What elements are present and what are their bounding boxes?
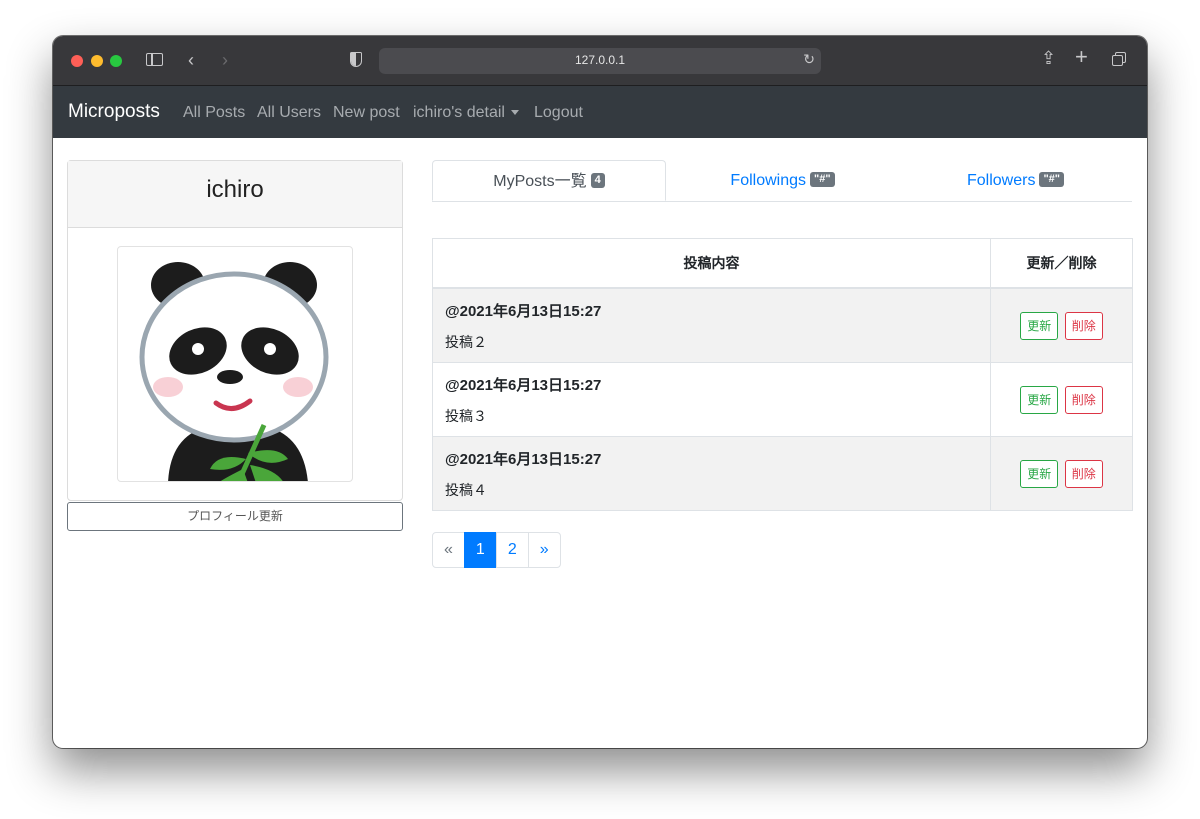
browser-window: ‹ › 127.0.0.1 ↻ ⇪ + Microposts All Posts…: [53, 36, 1147, 748]
tab-followers[interactable]: Followers "#": [899, 160, 1132, 201]
table-header-row: 投稿内容 更新／削除: [432, 238, 1133, 289]
avatar: [117, 246, 353, 482]
table-row: @2021年6月13日15:27 投稿４ 更新 削除: [432, 436, 1133, 511]
new-tab-icon[interactable]: +: [1075, 46, 1088, 68]
actions-cell: 更新 削除: [990, 287, 1133, 363]
nav-all-posts[interactable]: All Posts: [183, 104, 245, 122]
minimize-window-button[interactable]: [91, 55, 103, 67]
post-cell: @2021年6月13日15:27 投稿４: [432, 436, 991, 511]
nav-user-detail-dropdown[interactable]: ichiro's detail: [413, 104, 519, 122]
posts-count-badge: 4: [590, 173, 605, 189]
update-button[interactable]: 更新: [1020, 459, 1059, 488]
nav-all-users[interactable]: All Users: [257, 104, 321, 122]
page-2[interactable]: 2: [495, 532, 529, 568]
post-cell: @2021年6月13日15:27 投稿２: [432, 287, 991, 363]
column-header-content: 投稿内容: [432, 238, 991, 289]
close-window-button[interactable]: [71, 55, 83, 67]
tab-overview-icon[interactable]: [1112, 52, 1126, 66]
tab-followings-label: Followings: [730, 172, 807, 189]
page-prev[interactable]: «: [432, 532, 465, 568]
back-icon[interactable]: ‹: [188, 50, 194, 70]
posts-table: 投稿内容 更新／削除 @2021年6月13日15:27 投稿２ 更新 削除 @2…: [432, 238, 1133, 511]
post-date: @2021年6月13日15:27: [445, 450, 602, 468]
address-bar[interactable]: 127.0.0.1 ↻: [379, 48, 821, 74]
chevron-down-icon: [510, 110, 519, 116]
post-date: @2021年6月13日15:27: [445, 302, 602, 320]
forward-icon[interactable]: ›: [222, 50, 228, 70]
post-cell: @2021年6月13日15:27 投稿３: [432, 362, 991, 437]
actions-cell: 更新 削除: [990, 436, 1133, 511]
sidebar-toggle-icon[interactable]: [146, 53, 163, 66]
update-button[interactable]: 更新: [1020, 385, 1059, 414]
tab-my-posts[interactable]: MyPosts一覧 4: [432, 160, 666, 201]
reload-icon[interactable]: ↻: [803, 51, 815, 68]
tab-followings[interactable]: Followings "#": [666, 160, 899, 201]
update-button[interactable]: 更新: [1020, 311, 1059, 340]
browser-toolbar: ‹ › 127.0.0.1 ↻ ⇪ +: [53, 36, 1147, 86]
delete-button[interactable]: 削除: [1064, 311, 1103, 340]
url-text: 127.0.0.1: [574, 53, 626, 67]
nav-logout[interactable]: Logout: [534, 104, 583, 122]
post-content: 投稿３: [445, 407, 487, 424]
pagination: « 1 2 »: [432, 532, 561, 568]
panda-avatar-icon: [139, 262, 329, 481]
brand-link[interactable]: Microposts: [68, 101, 160, 123]
table-row: @2021年6月13日15:27 投稿３ 更新 削除: [432, 362, 1133, 437]
share-icon[interactable]: ⇪: [1041, 48, 1056, 68]
privacy-shield-icon[interactable]: [350, 52, 362, 67]
app-navbar: Microposts All Posts All Users New post …: [53, 86, 1147, 138]
profile-tabs: MyPosts一覧 4 Followings "#" Followers "#": [432, 160, 1132, 202]
page-1[interactable]: 1: [463, 532, 497, 568]
tab-my-posts-label: MyPosts一覧: [493, 173, 587, 190]
page-next[interactable]: »: [527, 532, 561, 568]
post-content: 投稿４: [445, 481, 487, 498]
nav-user-detail-label: ichiro's detail: [413, 104, 505, 121]
nav-new-post[interactable]: New post: [333, 104, 400, 122]
tab-followers-label: Followers: [966, 172, 1036, 189]
actions-cell: 更新 削除: [990, 362, 1133, 437]
table-row: @2021年6月13日15:27 投稿２ 更新 削除: [432, 287, 1133, 363]
profile-card: ichiro: [67, 160, 403, 501]
delete-button[interactable]: 削除: [1064, 385, 1103, 414]
zoom-window-button[interactable]: [110, 55, 122, 67]
column-header-actions: 更新／削除: [990, 238, 1133, 289]
profile-update-button[interactable]: プロフィール更新: [67, 502, 403, 531]
post-date: @2021年6月13日15:27: [445, 376, 602, 394]
post-content: 投稿２: [445, 333, 487, 350]
profile-username: ichiro: [68, 161, 402, 228]
followers-count-badge: "#": [1039, 172, 1065, 188]
delete-button[interactable]: 削除: [1064, 459, 1103, 488]
followings-count-badge: "#": [810, 172, 835, 188]
